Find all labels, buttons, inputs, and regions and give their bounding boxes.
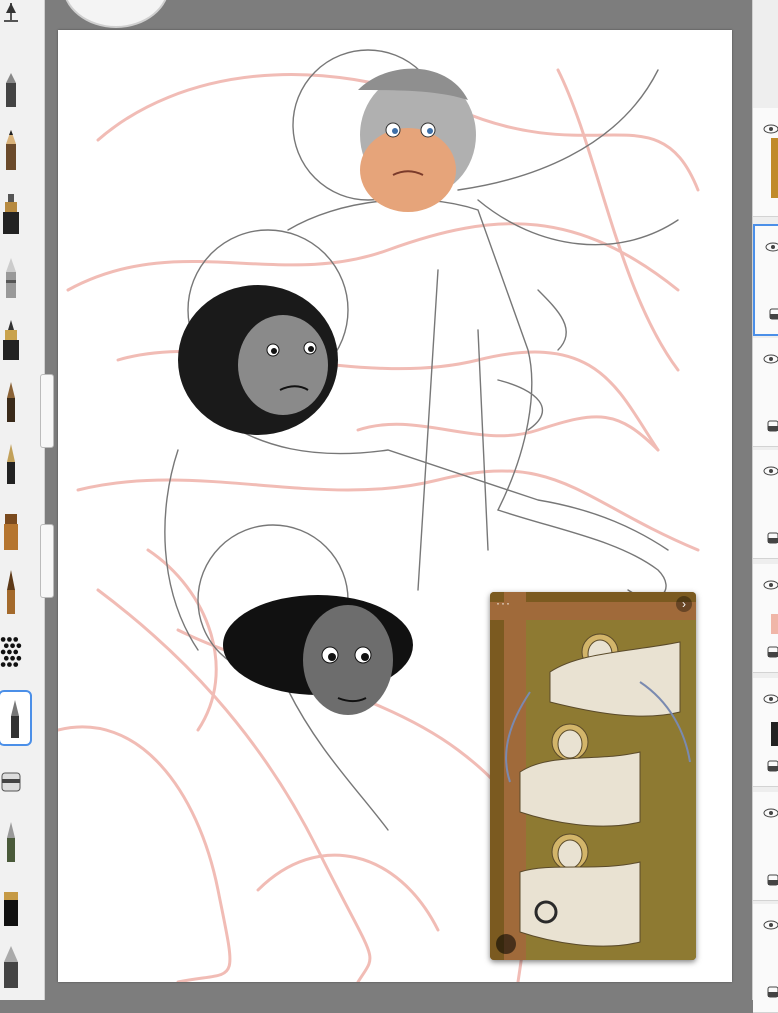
brush-toolbar [0,0,45,1000]
blend-mode-icon[interactable] [767,420,778,432]
eye-icon[interactable] [763,466,778,476]
layer-4[interactable] [753,450,778,559]
paint-brush-icon[interactable] [0,380,22,424]
crop-icon[interactable] [496,934,516,954]
eye-icon[interactable] [763,580,778,590]
reference-image-window[interactable]: ··· › [490,592,696,960]
eye-icon[interactable] [763,808,778,818]
reference-next-button[interactable]: › [676,596,692,612]
eye-icon[interactable] [763,920,778,930]
fine-liner-icon[interactable] [0,820,22,864]
layer-thumbnail [771,722,778,746]
layers-panel [752,0,778,1013]
layer-8[interactable] [753,904,778,1013]
blend-mode-icon[interactable] [767,760,778,772]
fountain-pen-icon[interactable] [0,442,22,486]
ink-pen-icon[interactable] [0,318,22,362]
layer-5[interactable] [753,564,778,673]
layer-thumbnail [771,614,778,634]
undo-redo-puck[interactable] [62,0,170,28]
flat-brush-icon[interactable] [0,508,22,552]
pencil-icon[interactable] [0,128,22,172]
chisel-marker-icon[interactable] [0,884,22,928]
pencil-brush-icon[interactable] [0,64,34,112]
blend-mode-icon[interactable] [769,308,778,320]
layer-2[interactable] [753,224,778,336]
pattern-brush-icon[interactable] [0,630,22,674]
layer-thumbnail [771,138,778,198]
brush-opacity-slider[interactable] [40,524,54,598]
layer-3[interactable] [753,338,778,447]
round-brush-icon[interactable] [0,570,22,614]
eye-icon[interactable] [763,694,778,704]
airbrush-icon[interactable] [0,256,22,300]
brush-size-slider[interactable] [40,374,54,448]
character-face-3 [223,595,413,715]
blend-mode-icon[interactable] [767,646,778,658]
eye-icon[interactable] [763,124,778,134]
reference-more-button[interactable]: ··· [496,596,511,610]
eraser-icon[interactable] [0,760,22,804]
marker-icon[interactable] [0,192,22,236]
eye-icon[interactable] [763,354,778,364]
blender-icon[interactable] [0,944,22,988]
blend-mode-icon[interactable] [767,532,778,544]
layer-7[interactable] [753,792,778,901]
layer-1[interactable] [753,108,778,217]
layer-6[interactable] [753,678,778,787]
selected-pen-icon[interactable] [0,690,32,746]
eye-icon[interactable] [765,242,778,252]
blend-mode-icon[interactable] [767,986,778,998]
blend-mode-icon[interactable] [767,874,778,886]
reference-artwork [490,592,696,960]
character-face-2 [178,285,338,435]
brush-size-handle-icon[interactable] [0,0,22,36]
